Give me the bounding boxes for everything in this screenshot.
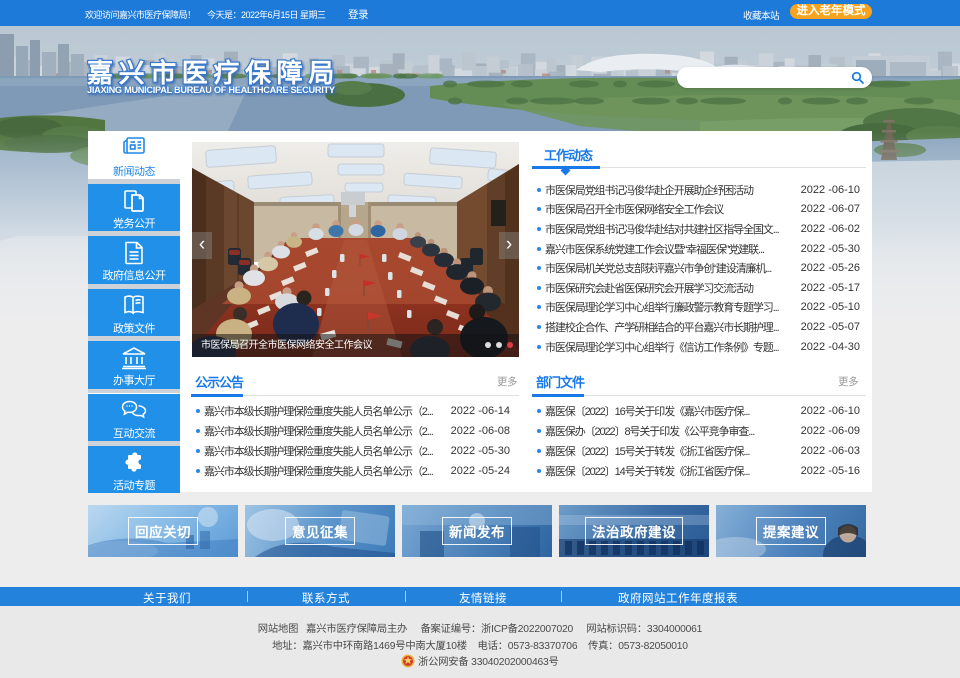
svg-text:嘉兴市医疗保障局: 嘉兴市医疗保障局 (87, 58, 340, 88)
svg-text:JIAXING MUNICIPAL BUREAU OF HE: JIAXING MUNICIPAL BUREAU OF HEALTHCARE S… (87, 85, 335, 95)
